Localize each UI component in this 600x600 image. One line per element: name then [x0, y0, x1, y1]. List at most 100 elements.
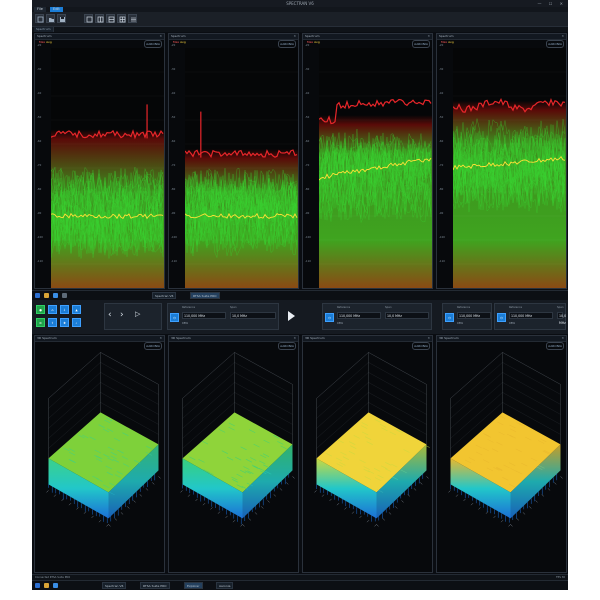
y-tick-label: -20: [37, 44, 42, 47]
panel-title: Spectrum: [305, 34, 320, 38]
layout-3-button[interactable]: [106, 14, 115, 23]
y-tick-label: -70: [305, 164, 310, 167]
y-tick-label: -40: [37, 92, 42, 95]
y-tick-label: -60: [439, 140, 444, 143]
close-icon[interactable]: ✕: [427, 336, 430, 341]
settings-icon[interactable]: [62, 293, 67, 298]
taskbar-bottom: Spectran V6 RTSA Suite PRO Explorer Aaro…: [32, 580, 568, 590]
y-tick-label: -110: [305, 260, 311, 263]
y-tick-label: -80: [171, 188, 176, 191]
frequency-field[interactable]: 110,000 MHz: [337, 312, 381, 319]
power-icon[interactable]: ⏻: [170, 313, 179, 322]
close-icon[interactable]: ✕: [293, 34, 296, 39]
y-tick-label: -50: [37, 116, 42, 119]
3d-spectrum-panel[interactable]: 3D Spectrum ✕ AARONIA: [302, 335, 433, 573]
layout-3-icon: [108, 16, 115, 23]
3d-spectrum-panel[interactable]: 3D Spectrum ✕ AARONIA: [34, 335, 165, 573]
spectrum-panel[interactable]: Spectrum ✕ Max Avg AARONIA -20 -30 -40 -50 -60 -7…: [302, 33, 433, 289]
panel-header: Spectrum ✕: [437, 34, 566, 40]
home-button[interactable]: ⌂: [48, 305, 57, 314]
chevron-right-icon[interactable]: ›: [120, 310, 124, 320]
power-icon[interactable]: ⏻: [497, 313, 506, 322]
taskbar-item-aaronia[interactable]: Aaronia: [216, 582, 234, 589]
taskbar-item-spectran[interactable]: Spectran V6: [152, 292, 177, 299]
chevron-left-icon[interactable]: ‹: [108, 310, 112, 320]
y-tick-label: -70: [439, 164, 444, 167]
close-icon[interactable]: ✕: [561, 34, 564, 39]
power-icon[interactable]: ⏻: [325, 313, 334, 322]
record-button[interactable]: ●: [36, 305, 45, 314]
panel-header: Spectrum ✕: [35, 34, 164, 40]
close-icon[interactable]: ✕: [159, 34, 162, 39]
y-tick-label: -20: [439, 44, 444, 47]
y-tick-label: -100: [439, 236, 445, 239]
field-label: Reference: [457, 306, 471, 309]
span-field[interactable]: 10,0 MHz: [230, 312, 276, 319]
explorer-icon[interactable]: [44, 293, 49, 298]
y-tick-label: -90: [439, 212, 444, 215]
download-button[interactable]: ⇩: [60, 305, 69, 314]
taskbar-item-rtsa[interactable]: RTSA Suite PRO: [190, 292, 220, 299]
taskbar-item-rtsa[interactable]: RTSA Suite PRO: [140, 582, 170, 589]
browser-icon[interactable]: [53, 583, 58, 588]
y-tick-label: -60: [37, 140, 42, 143]
span-field[interactable]: 10,0 MHz: [557, 312, 566, 325]
peak-button[interactable]: ▲: [72, 305, 81, 314]
aaronia-logo: AARONIA: [278, 40, 296, 48]
field-label: Span: [230, 306, 237, 309]
tab-spectrum[interactable]: Spectrum: [34, 27, 54, 32]
panel-title: 3D Spectrum: [305, 336, 325, 340]
3d-spectrum-panel[interactable]: 3D Spectrum ✕ AARONIA: [436, 335, 567, 573]
field-label: RBW: [509, 322, 516, 325]
marker-button[interactable]: ✚: [60, 318, 69, 327]
windows-start-icon[interactable]: [35, 583, 40, 588]
windows-start-icon[interactable]: [35, 293, 40, 298]
y-tick-label: -110: [439, 260, 445, 263]
y-tick-label: -100: [171, 236, 177, 239]
layout-1-icon: [86, 16, 93, 23]
close-icon[interactable]: ✕: [293, 336, 296, 341]
save-button[interactable]: [57, 14, 66, 23]
close-icon[interactable]: ✕: [427, 34, 430, 39]
zoom-button[interactable]: ⌕: [72, 318, 81, 327]
upload-button[interactable]: ⇧: [48, 318, 57, 327]
open-button[interactable]: [46, 14, 55, 23]
taskbar-item-spectran[interactable]: Spectran V6: [102, 582, 127, 589]
layout-2-button[interactable]: [95, 14, 104, 23]
explorer-icon[interactable]: [44, 583, 49, 588]
spectrum-panel[interactable]: Spectrum ✕ Max Avg AARONIA -20 -30 -40 -50 -60 -7…: [436, 33, 567, 289]
close-icon[interactable]: ✕: [159, 336, 162, 341]
channel-group: ⏻ Reference 110,000 MHz Span 10,0 MHz RBW: [494, 303, 566, 330]
field-label: Reference: [182, 306, 196, 309]
aaronia-logo: AARONIA: [412, 40, 430, 48]
settings-button[interactable]: ⚙: [36, 318, 45, 327]
power-icon[interactable]: ⏻: [445, 313, 454, 322]
new-workspace-button[interactable]: [35, 14, 44, 23]
browser-icon[interactable]: [53, 293, 58, 298]
y-tick-label: -50: [171, 116, 176, 119]
field-label: RBW: [337, 322, 344, 325]
panel-title: Spectrum: [439, 34, 454, 38]
panel-title: 3D Spectrum: [171, 336, 191, 340]
field-label: RBW: [457, 322, 464, 325]
layout-1-button[interactable]: [84, 14, 93, 23]
layout-4-button[interactable]: [117, 14, 126, 23]
frequency-field[interactable]: 110,000 MHz: [457, 312, 491, 319]
spectrum-panel[interactable]: Spectrum ✕ Max Avg AARONIA -20 -30 -40 -50 -60 -7…: [168, 33, 299, 289]
field-label: Span: [557, 306, 564, 309]
3d-plot: [314, 352, 430, 527]
grid-button[interactable]: [128, 14, 137, 23]
aaronia-logo: AARONIA: [546, 40, 564, 48]
taskbar-item-explorer[interactable]: Explorer: [184, 582, 203, 589]
window-controls[interactable]: — ☐ ✕: [538, 1, 566, 6]
3d-spectrum-panel[interactable]: 3D Spectrum ✕ AARONIA: [168, 335, 299, 573]
frequency-field[interactable]: 110,000 MHz: [509, 312, 553, 319]
frequency-field[interactable]: 110,000 MHz: [182, 312, 226, 319]
run-icon[interactable]: ▷: [135, 310, 140, 318]
close-icon[interactable]: ✕: [561, 336, 564, 341]
play-icon[interactable]: [288, 311, 295, 321]
spectrum-panel[interactable]: Spectrum ✕ Max Avg AARONIA -20 -30 -40 -50 -60 -7…: [34, 33, 165, 289]
y-tick-label: -110: [37, 260, 43, 263]
span-field[interactable]: 10,0 MHz: [385, 312, 429, 319]
y-tick-label: -80: [37, 188, 42, 191]
